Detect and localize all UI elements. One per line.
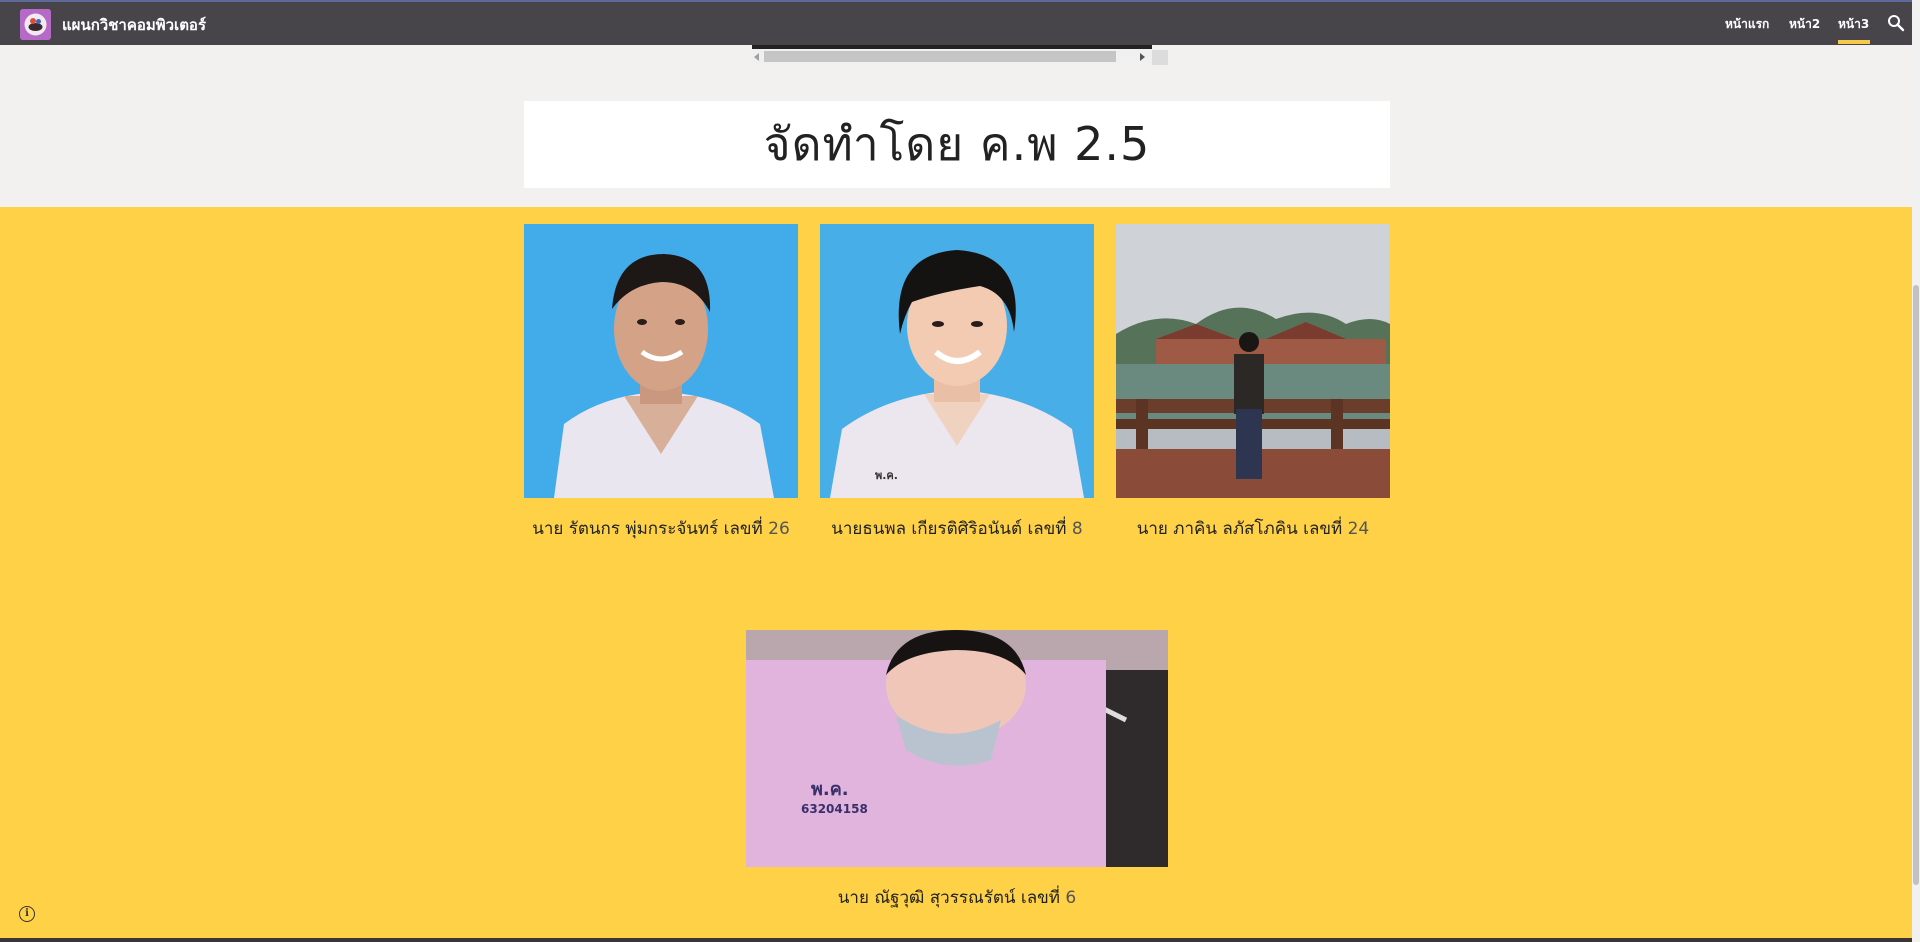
members-section: นาย รัตนกร พุ่มกระจันทร์ เลขที่ 26 พ.ค. … xyxy=(0,207,1920,942)
member-name: นาย ณัฐวุฒิ สุวรรณรัตน์ เลขที่ xyxy=(837,888,1066,908)
top-accent-line xyxy=(0,0,1920,2)
svg-text:63204158: 63204158 xyxy=(801,802,868,816)
member-photo xyxy=(524,224,798,498)
svg-text:พ.ค.: พ.ค. xyxy=(875,469,898,482)
member-photo: พ.ค. xyxy=(820,224,1094,498)
member-photo xyxy=(1116,224,1390,498)
nav-item-page3[interactable]: หน้า3 xyxy=(1838,15,1869,34)
member-name: นาย รัตนกร พุ่มกระจันทร์ เลขที่ xyxy=(532,519,769,539)
scroll-thumb[interactable] xyxy=(764,51,1116,62)
page-heading: จัดทำโดย ค.พ 2.5 xyxy=(763,117,1151,171)
nav-item-home[interactable]: หน้าแรก xyxy=(1725,15,1769,34)
member-name: นาย ภาคิน ลภัสโภคิน เลขที่ xyxy=(1136,519,1348,539)
member-caption: นาย ภาคิน ลภัสโภคิน เลขที่ 24 xyxy=(1116,515,1390,542)
info-icon[interactable]: i xyxy=(19,906,35,922)
member-number: 8 xyxy=(1071,519,1083,539)
embedded-content-edge xyxy=(752,45,1152,49)
member-number: 24 xyxy=(1347,519,1370,539)
active-nav-indicator xyxy=(1838,40,1870,44)
bottom-edge xyxy=(0,938,1920,942)
member-caption: นายธนพล เกียรติศิริอนันต์ เลขที่ 8 xyxy=(820,515,1094,542)
scroll-right-arrow-icon[interactable] xyxy=(1140,53,1145,61)
search-icon[interactable] xyxy=(1887,14,1905,32)
embed-horizontal-scrollbar[interactable] xyxy=(752,50,1152,63)
page-scroll-thumb[interactable] xyxy=(1913,285,1919,885)
scroll-corner xyxy=(1152,50,1168,65)
svg-text:พ.ค.: พ.ค. xyxy=(811,779,849,800)
site-logo[interactable] xyxy=(20,9,51,40)
nav-item-page2[interactable]: หน้า2 xyxy=(1789,15,1820,34)
scroll-left-arrow-icon[interactable] xyxy=(754,53,759,61)
member-number: 6 xyxy=(1065,888,1077,908)
page-vertical-scrollbar[interactable] xyxy=(1912,0,1920,942)
heading-section: จัดทำโดย ค.พ 2.5 xyxy=(0,45,1920,207)
heading-box: จัดทำโดย ค.พ 2.5 xyxy=(524,101,1390,188)
member-caption: นาย ณัฐวุฒิ สุวรรณรัตน์ เลขที่ 6 xyxy=(746,884,1168,911)
member-name: นายธนพล เกียรติศิริอนันต์ เลขที่ xyxy=(831,519,1072,539)
member-number: 26 xyxy=(768,519,790,539)
member-photo: พ.ค. 63204158 xyxy=(746,630,1168,867)
top-nav-bar: แผนกวิชาคอมพิวเตอร์ หน้าแรก หน้า2 หน้า3 xyxy=(0,0,1920,45)
site-title[interactable]: แผนกวิชาคอมพิวเตอร์ xyxy=(62,13,206,37)
member-caption: นาย รัตนกร พุ่มกระจันทร์ เลขที่ 26 xyxy=(524,515,798,542)
